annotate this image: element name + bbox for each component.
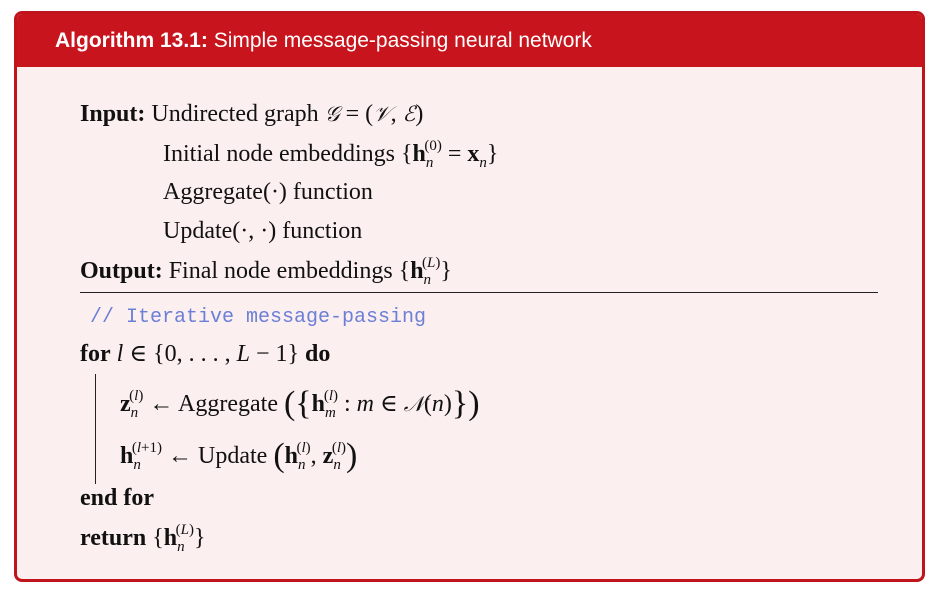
- input-line-embeddings: Initial node embeddings {hn(0) = xn}: [163, 138, 499, 171]
- divider-rule: [80, 292, 878, 293]
- loop-body-bar: [95, 374, 96, 484]
- input-keyword: Input:: [80, 101, 146, 127]
- input-graph-text: Undirected graph: [151, 101, 319, 127]
- output-line: Output: Final node embeddings {hn(L)}: [80, 255, 452, 288]
- for-range-formula: l ∈ {0, . . . , L − 1}: [116, 341, 300, 367]
- algorithm-box: Algorithm 13.1: Simple message-passing n…: [14, 11, 925, 582]
- output-keyword: Output:: [80, 258, 163, 284]
- input-aggregate-text: Aggregate(·) function: [163, 179, 373, 205]
- for-keyword: for: [80, 341, 111, 367]
- algorithm-header: Algorithm 13.1: Simple message-passing n…: [17, 14, 922, 67]
- update-word: Update: [198, 443, 268, 469]
- input-embeddings-text: Initial node embeddings: [163, 141, 395, 167]
- aggregate-formula: zn(l) ←: [120, 388, 179, 421]
- algorithm-label: Algorithm 13.1:: [55, 29, 208, 52]
- input-update-text: Update(·, ·) function: [163, 218, 363, 244]
- return-formula: {hn(L)}: [152, 522, 206, 555]
- update-args: (hn(l), zn(l)): [273, 437, 358, 474]
- graph-formula: 𝒢 = (𝒱, ℰ): [324, 101, 424, 127]
- end-for-line: end for: [80, 485, 154, 511]
- do-keyword: do: [305, 341, 331, 367]
- input-line-aggregate: Aggregate(·) function: [163, 180, 373, 204]
- comment-line: // Iterative message-passing: [90, 306, 427, 329]
- input-line-graph: Input: Undirected graph 𝒢 = (𝒱, ℰ): [80, 102, 423, 126]
- update-line: hn(l+1) ← Update (hn(l), zn(l)): [120, 436, 358, 474]
- aggregate-args: ({hm(l) : m ∈ 𝒩(n)}): [283, 385, 480, 422]
- for-line: for l ∈ {0, . . . , L − 1} do: [80, 342, 330, 366]
- return-line: return {hn(L)}: [80, 522, 206, 555]
- algorithm-title: Simple message-passing neural network: [213, 29, 592, 52]
- update-formula: hn(l+1) ←: [120, 440, 198, 473]
- return-keyword: return: [80, 525, 147, 551]
- output-text: Final node embeddings: [168, 258, 393, 284]
- output-formula: {hn(L)}: [398, 255, 452, 288]
- aggregate-line: zn(l) ← Aggregate ({hm(l) : m ∈ 𝒩(n)}): [120, 384, 480, 422]
- aggregate-word: Aggregate: [178, 391, 278, 417]
- input-line-update: Update(·, ·) function: [163, 219, 362, 243]
- embeddings-formula: {hn(0) = xn}: [400, 138, 499, 171]
